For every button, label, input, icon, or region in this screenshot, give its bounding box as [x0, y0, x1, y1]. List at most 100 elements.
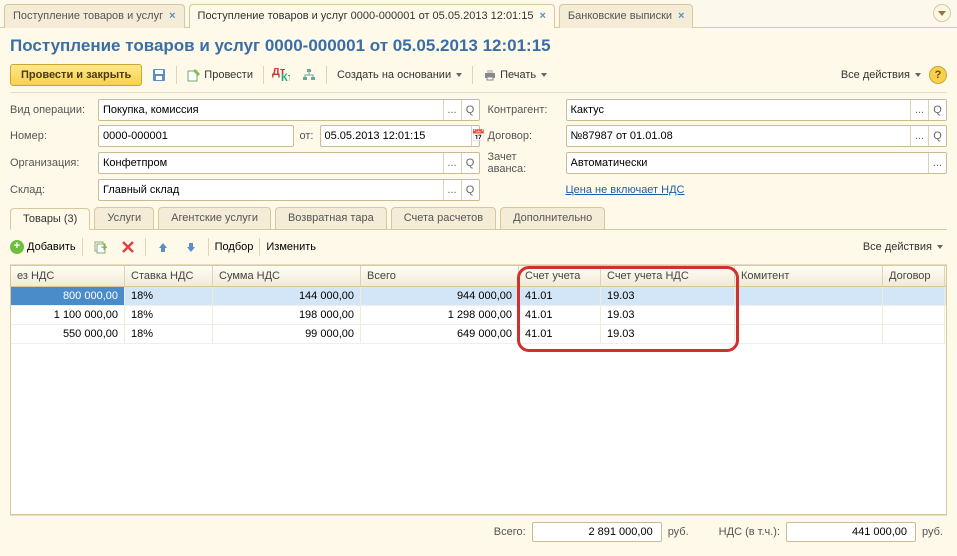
tab-receipts-list[interactable]: Поступление товаров и услуг ×	[4, 4, 185, 28]
add-label: Добавить	[27, 241, 76, 253]
post-and-close-button[interactable]: Провести и закрыть	[10, 64, 142, 86]
col-account-vat[interactable]: Счет учета НДС	[601, 266, 735, 286]
cell-account-vat[interactable]: 19.03	[601, 287, 735, 305]
cell-vat-sum[interactable]: 144 000,00	[213, 287, 361, 305]
table-row[interactable]: 800 000,0018%144 000,00944 000,0041.0119…	[11, 287, 946, 306]
search-icon[interactable]: Q	[461, 100, 479, 120]
cell-vat-rate[interactable]: 18%	[125, 306, 213, 324]
cell-committent[interactable]	[735, 306, 883, 324]
cell-total[interactable]: 1 298 000,00	[361, 306, 519, 324]
table-all-actions-button[interactable]: Все действия	[863, 241, 943, 253]
dt-kt-icon[interactable]: ДтКт	[270, 64, 292, 86]
search-icon[interactable]: Q	[461, 180, 479, 200]
move-up-icon[interactable]	[152, 236, 174, 258]
ellipsis-icon[interactable]: ...	[928, 153, 946, 173]
post-button[interactable]: Провести	[183, 66, 257, 84]
ellipsis-icon[interactable]: ...	[910, 126, 928, 146]
col-contract[interactable]: Договор	[883, 266, 945, 286]
print-button[interactable]: Печать	[479, 66, 551, 84]
close-icon[interactable]: ×	[678, 10, 684, 22]
create-based-on-button[interactable]: Создать на основании	[333, 67, 466, 83]
col-committent[interactable]: Комитент	[735, 266, 883, 286]
ellipsis-icon[interactable]: ...	[443, 153, 461, 173]
search-icon[interactable]: Q	[461, 153, 479, 173]
cell-account[interactable]: 41.01	[519, 287, 601, 305]
tab-services[interactable]: Услуги	[94, 207, 154, 229]
tab-label: Поступление товаров и услуг	[13, 10, 163, 22]
number-label: Номер:	[10, 130, 90, 142]
cell-committent[interactable]	[735, 287, 883, 305]
col-account[interactable]: Счет учета	[519, 266, 601, 286]
add-button[interactable]: + Добавить	[10, 240, 76, 254]
table-row[interactable]: 550 000,0018%99 000,00649 000,0041.0119.…	[11, 325, 946, 344]
cell-contract[interactable]	[883, 287, 945, 305]
search-icon[interactable]: Q	[928, 100, 946, 120]
col-vat-rate[interactable]: Ставка НДС	[125, 266, 213, 286]
col-total[interactable]: Всего	[361, 266, 519, 286]
ellipsis-icon[interactable]: ...	[443, 100, 461, 120]
advance-field[interactable]: ...	[566, 152, 948, 174]
date-field[interactable]: 📅	[320, 125, 480, 147]
cell-vat-rate[interactable]: 18%	[125, 287, 213, 305]
cell-contract[interactable]	[883, 306, 945, 324]
tab-additional[interactable]: Дополнительно	[500, 207, 605, 229]
cell-account[interactable]: 41.01	[519, 325, 601, 343]
cell-vat-sum[interactable]: 99 000,00	[213, 325, 361, 343]
col-no-vat[interactable]: ез НДС	[11, 266, 125, 286]
calendar-icon[interactable]: 📅	[471, 126, 486, 146]
advance-input[interactable]	[567, 157, 929, 169]
tab-receipt-document[interactable]: Поступление товаров и услуг 0000-000001 …	[189, 4, 555, 28]
tab-goods[interactable]: Товары (3)	[10, 208, 90, 230]
cell-total[interactable]: 649 000,00	[361, 325, 519, 343]
close-icon[interactable]: ×	[539, 10, 545, 22]
pick-button[interactable]: Подбор	[215, 241, 254, 253]
table-row[interactable]: 1 100 000,0018%198 000,001 298 000,0041.…	[11, 306, 946, 325]
counterparty-field[interactable]: ... Q	[566, 99, 948, 121]
move-down-icon[interactable]	[180, 236, 202, 258]
form-fields: Вид операции: ... Q Контрагент: ... Q Но…	[10, 99, 947, 201]
date-input[interactable]	[321, 130, 471, 142]
cell-vat-sum[interactable]: 198 000,00	[213, 306, 361, 324]
counterparty-input[interactable]	[567, 104, 911, 116]
cell-committent[interactable]	[735, 325, 883, 343]
number-input[interactable]	[99, 130, 293, 142]
all-actions-button[interactable]: Все действия	[841, 69, 921, 81]
cell-no-vat[interactable]: 1 100 000,00	[11, 306, 125, 324]
svg-text:Кт: Кт	[281, 72, 290, 82]
number-field[interactable]	[98, 125, 294, 147]
organization-input[interactable]	[99, 157, 443, 169]
delete-icon[interactable]	[117, 236, 139, 258]
operation-type-input[interactable]	[99, 104, 443, 116]
cell-total[interactable]: 944 000,00	[361, 287, 519, 305]
search-icon[interactable]: Q	[928, 126, 946, 146]
cell-account-vat[interactable]: 19.03	[601, 325, 735, 343]
warehouse-field[interactable]: ... Q	[98, 179, 480, 201]
vat-link[interactable]: Цена не включает НДС	[566, 184, 685, 196]
save-icon[interactable]	[148, 64, 170, 86]
cell-account[interactable]: 41.01	[519, 306, 601, 324]
cell-contract[interactable]	[883, 325, 945, 343]
cell-no-vat[interactable]: 550 000,00	[11, 325, 125, 343]
cell-account-vat[interactable]: 19.03	[601, 306, 735, 324]
tab-bank-statements[interactable]: Банковские выписки ×	[559, 4, 694, 28]
cell-vat-rate[interactable]: 18%	[125, 325, 213, 343]
tab-settlement-accounts[interactable]: Счета расчетов	[391, 207, 496, 229]
organization-field[interactable]: ... Q	[98, 152, 480, 174]
ellipsis-icon[interactable]: ...	[443, 180, 461, 200]
ellipsis-icon[interactable]: ...	[910, 100, 928, 120]
chevron-down-icon[interactable]	[933, 4, 951, 22]
cell-no-vat[interactable]: 800 000,00	[11, 287, 125, 305]
col-vat-sum[interactable]: Сумма НДС	[213, 266, 361, 286]
edit-button[interactable]: Изменить	[266, 241, 316, 253]
structure-icon[interactable]	[298, 64, 320, 86]
copy-icon[interactable]: +	[89, 236, 111, 258]
tab-return-packaging[interactable]: Возвратная тара	[275, 207, 387, 229]
contract-input[interactable]	[567, 130, 911, 142]
warehouse-input[interactable]	[99, 184, 443, 196]
contract-field[interactable]: ... Q	[566, 125, 948, 147]
help-icon[interactable]: ?	[929, 66, 947, 84]
organization-label: Организация:	[10, 157, 90, 169]
tab-agent-services[interactable]: Агентские услуги	[158, 207, 271, 229]
operation-type-field[interactable]: ... Q	[98, 99, 480, 121]
close-icon[interactable]: ×	[169, 10, 175, 22]
